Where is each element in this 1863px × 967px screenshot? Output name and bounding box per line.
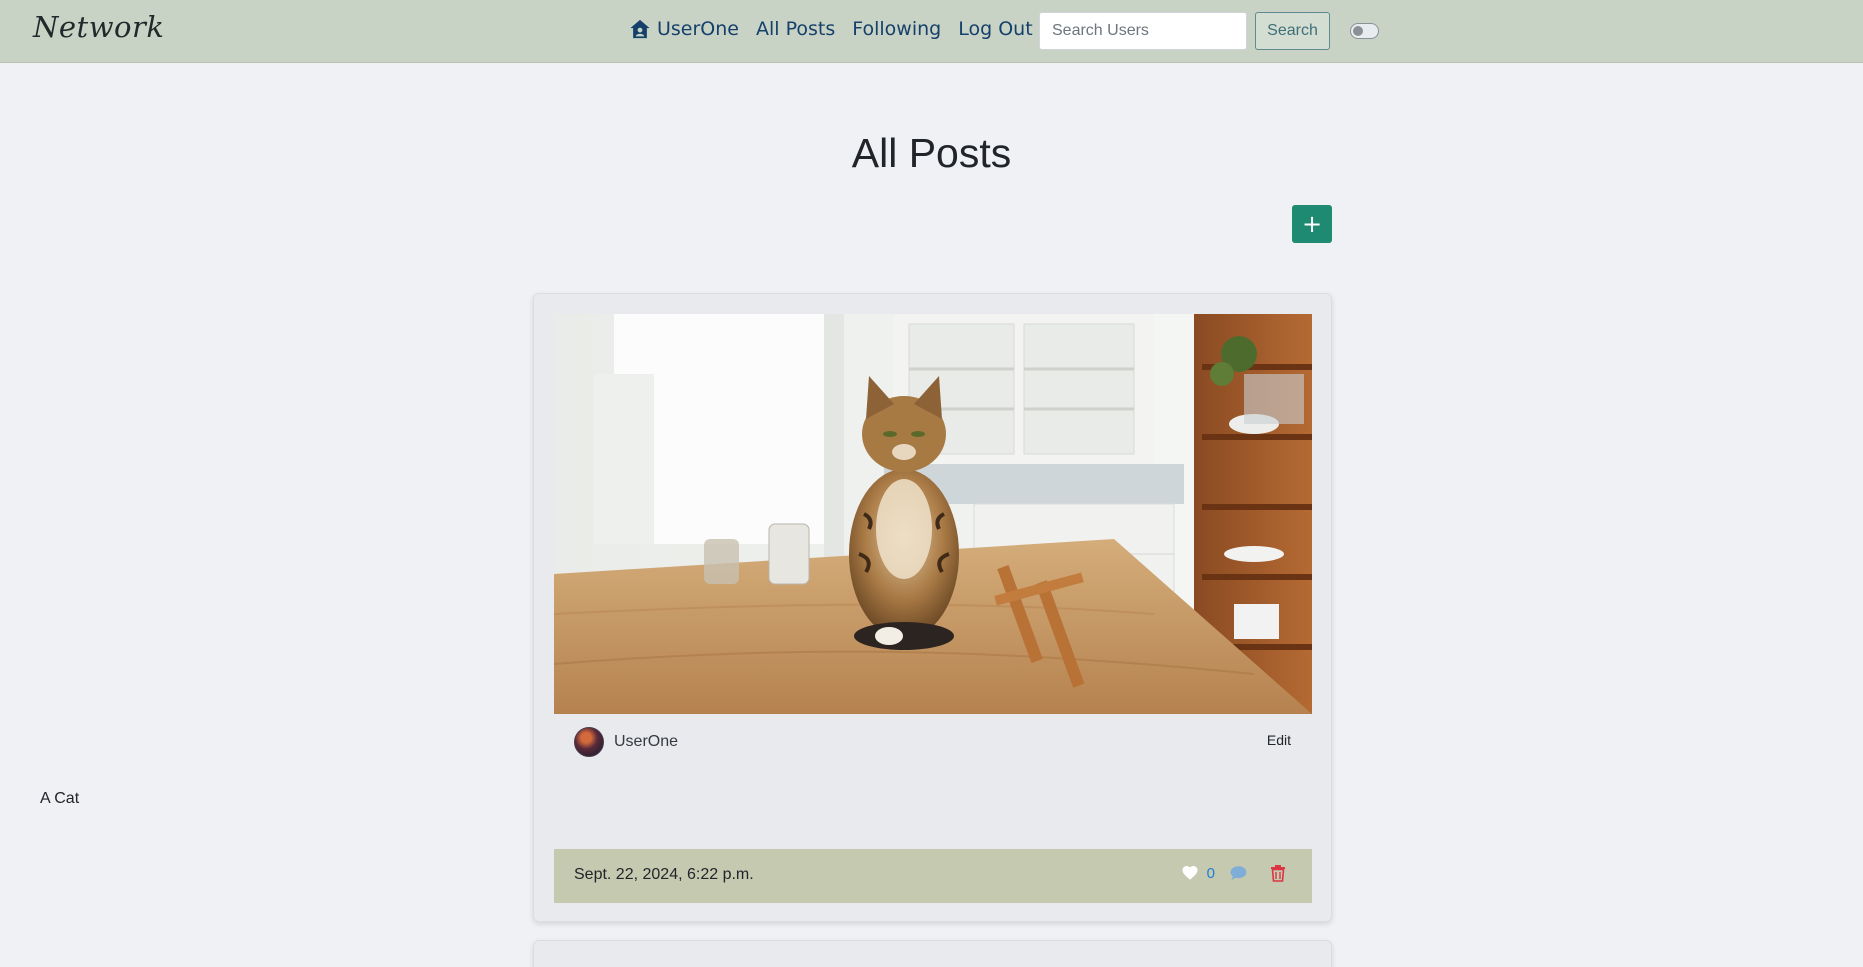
post-image[interactable] [554,314,1312,714]
like-count: 0 [1206,864,1215,882]
post-card: UserOne Edit Sept. 22, 2024, 6:22 p.m. 0 [533,293,1332,922]
navbar: Network UserOne All Posts Following Log … [0,0,1863,63]
comment-icon[interactable] [1229,864,1248,882]
cat-photo [554,314,1312,714]
search-button[interactable]: Search [1255,12,1330,50]
trash-icon[interactable] [1270,864,1286,882]
home-icon [630,19,650,39]
post-card [533,940,1332,967]
nav-link-following[interactable]: Following [852,18,941,40]
avatar[interactable] [574,727,604,757]
add-post-button[interactable]: + [1292,205,1332,243]
page-title: All Posts [851,130,1012,176]
post-content: A Cat [40,790,80,807]
nav-links: UserOne All Posts Following Log Out [629,18,1033,40]
toggle-knob [1353,26,1363,36]
nav-link-logout[interactable]: Log Out [958,18,1032,40]
theme-toggle[interactable] [1350,23,1379,39]
search-users-input[interactable] [1039,12,1247,50]
brand-logo[interactable]: Network [33,10,164,44]
post-author[interactable]: UserOne [574,727,678,757]
heart-icon[interactable] [1181,864,1199,882]
author-name[interactable]: UserOne [614,733,678,751]
nav-link-profile[interactable]: UserOne [629,18,739,40]
nav-link-all-posts[interactable]: All Posts [756,18,835,40]
post-actions: 0 [1181,864,1286,882]
post-timestamp: Sept. 22, 2024, 6:22 p.m. [574,866,754,883]
nav-link-profile-label: UserOne [657,18,739,40]
edit-post-link[interactable]: Edit [1267,732,1291,748]
post-footer: Sept. 22, 2024, 6:22 p.m. 0 [554,849,1312,903]
